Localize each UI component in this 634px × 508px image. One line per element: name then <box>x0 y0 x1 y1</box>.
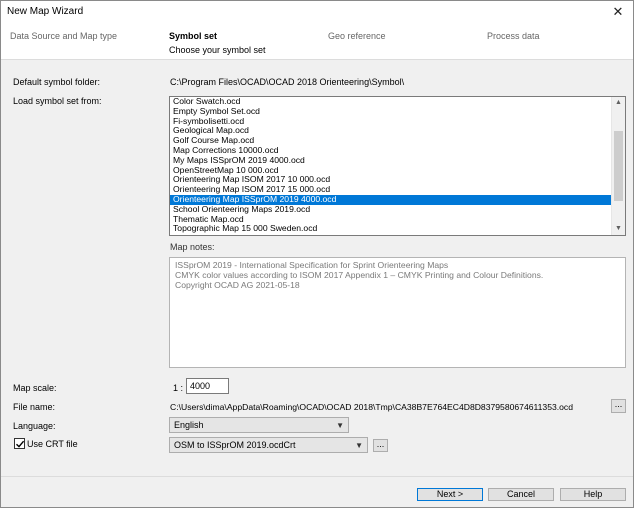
language-select[interactable]: English ▼ <box>169 417 349 433</box>
file-browse-button[interactable]: ... <box>611 399 626 413</box>
use-crt-label[interactable]: Use CRT file <box>27 439 78 449</box>
step-process-data: Process data <box>487 31 540 41</box>
wizard-steps: Data Source and Map type Symbol set Choo… <box>1 23 633 60</box>
default-folder-path: C:\Program Files\OCAD\OCAD 2018 Orientee… <box>170 77 405 87</box>
symbol-set-list: Color Swatch.ocd Empty Symbol Set.ocd Fi-s… <box>170 97 612 234</box>
file-name-label: File name: <box>13 402 56 412</box>
close-icon[interactable]: ✕ <box>603 1 633 23</box>
chevron-down-icon: ▼ <box>336 421 344 430</box>
scrollbar-thumb[interactable] <box>614 131 623 201</box>
help-button[interactable]: Help <box>560 488 626 501</box>
map-scale-label: Map scale: <box>13 383 57 393</box>
chevron-down-icon: ▼ <box>355 441 363 450</box>
step-geo-reference: Geo reference <box>328 31 386 41</box>
next-button[interactable]: Next > <box>417 488 483 501</box>
map-notes-box[interactable]: ISSprOM 2019 - International Specificati… <box>169 257 626 368</box>
language-value: English <box>174 420 204 430</box>
map-scale-prefix: 1 : <box>173 383 184 393</box>
map-notes-label: Map notes: <box>170 242 215 252</box>
scroll-up-icon[interactable]: ▲ <box>612 97 625 109</box>
check-icon <box>16 440 25 448</box>
listbox-scrollbar[interactable]: ▲ ▼ <box>611 97 625 235</box>
crt-file-value: OSM to ISSprOM 2019.ocdCrt <box>174 440 296 450</box>
scroll-down-icon[interactable]: ▼ <box>612 223 625 235</box>
map-scale-input[interactable]: 4000 <box>186 378 229 394</box>
load-symbol-set-label: Load symbol set from: <box>13 96 102 106</box>
step-symbol-set: Symbol set <box>169 31 218 41</box>
new-map-wizard-window: New Map Wizard ✕ Data Source and Map typ… <box>0 0 634 508</box>
use-crt-checkbox[interactable] <box>14 438 25 449</box>
map-note-line: Copyright OCAD AG 2021-05-18 <box>175 279 300 290</box>
step-data-source: Data Source and Map type <box>10 31 118 41</box>
symbol-set-listbox[interactable]: Color Swatch.ocd Empty Symbol Set.ocd Fi-s… <box>169 96 626 236</box>
crt-file-select[interactable]: OSM to ISSprOM 2019.ocdCrt ▼ <box>169 437 368 453</box>
step-symbol-set-subtitle: Choose your symbol set <box>169 45 266 55</box>
cancel-button[interactable]: Cancel <box>488 488 554 501</box>
title-bar: New Map Wizard ✕ <box>1 1 633 23</box>
default-folder-label: Default symbol folder: <box>13 77 101 87</box>
crt-browse-button[interactable]: ... <box>373 439 388 452</box>
file-name-path: C:\Users\dima\AppData\Roaming\OCAD\OCAD … <box>170 402 574 412</box>
window-title: New Map Wizard <box>7 6 84 17</box>
language-label: Language: <box>13 421 56 431</box>
symbol-set-item[interactable]: Topographic Map 15 000 Sweden.ocd <box>170 224 612 234</box>
footer-divider <box>1 476 633 477</box>
